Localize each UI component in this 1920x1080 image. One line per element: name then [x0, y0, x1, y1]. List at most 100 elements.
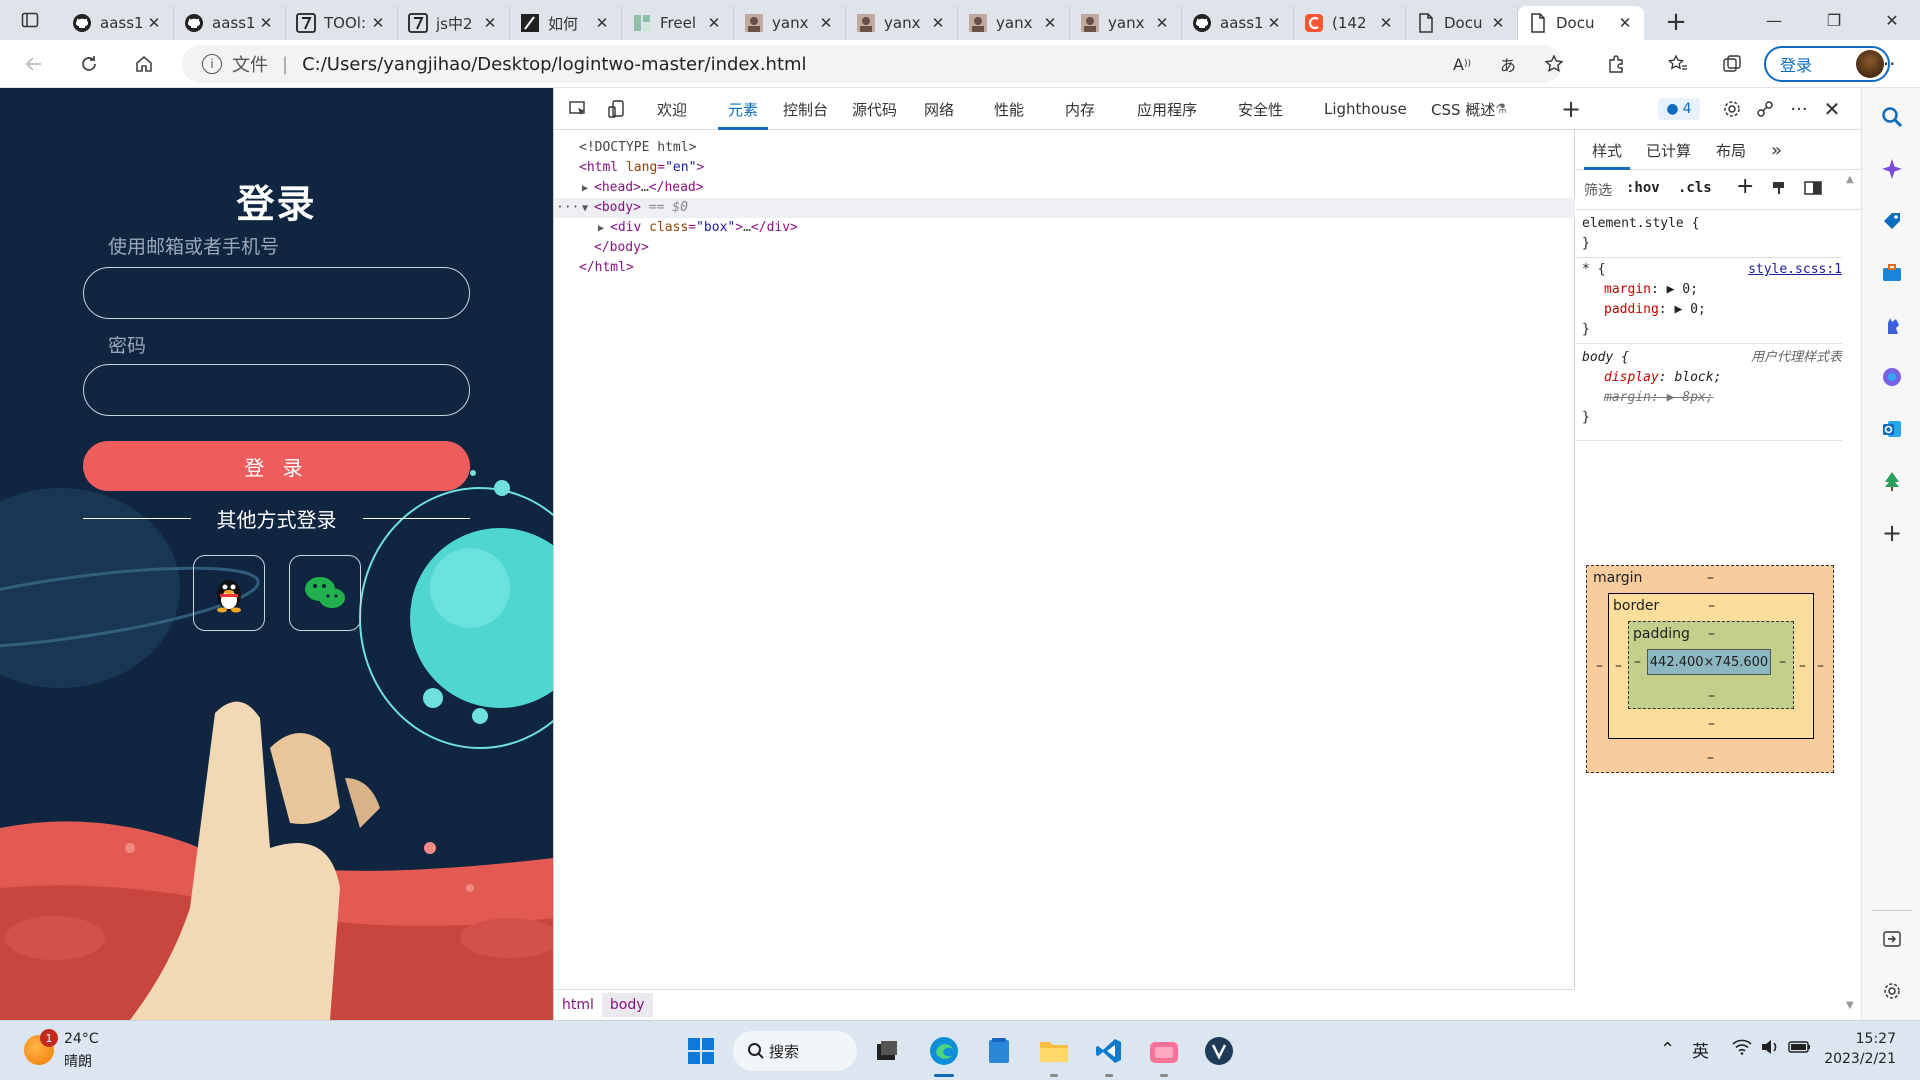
browser-tab[interactable]: yanx ✕: [734, 6, 846, 40]
rule-body-user-agent[interactable]: body { 用户代理样式表 display: block; margin: ▶…: [1576, 348, 1842, 428]
box-content-size[interactable]: 442.400×745.600: [1647, 649, 1771, 675]
styles-filter-input[interactable]: 筛选: [1584, 180, 1612, 200]
close-tab-icon[interactable]: ✕: [257, 14, 275, 32]
decl-body-margin-overridden[interactable]: margin: ▶ 8px;: [1604, 388, 1714, 408]
notepad-icon[interactable]: [979, 1031, 1019, 1071]
close-tab-icon[interactable]: ✕: [817, 14, 835, 32]
edge-taskbar-icon[interactable]: [924, 1031, 964, 1077]
tab-styles[interactable]: 样式: [1583, 130, 1631, 170]
devtools-tab[interactable]: 应用程序: [1137, 88, 1197, 130]
hide-sidebar-icon[interactable]: [1877, 924, 1907, 954]
rule-universal[interactable]: * { style.scss:1 margin: ▶ 0; padding: ▶…: [1576, 260, 1842, 340]
password-field[interactable]: [83, 364, 470, 416]
devtools-tab[interactable]: 性能: [994, 88, 1024, 130]
settings-gear-icon[interactable]: [1718, 95, 1746, 123]
back-button[interactable]: [16, 46, 52, 82]
add-panel-button[interactable]: +: [1557, 95, 1585, 123]
close-tab-icon[interactable]: ✕: [1041, 14, 1059, 32]
wechat-login-button[interactable]: [289, 555, 361, 631]
close-tab-icon[interactable]: ✕: [593, 14, 611, 32]
expand-triangle-icon[interactable]: ▶: [582, 179, 594, 199]
collapse-triangle-icon[interactable]: ▼: [582, 199, 594, 219]
devtools-close-icon[interactable]: ✕: [1818, 95, 1846, 123]
devtools-tab[interactable]: 元素: [717, 88, 769, 130]
tab-layout[interactable]: 布局: [1716, 130, 1746, 170]
outlook-icon[interactable]: [1877, 414, 1907, 444]
dom-div-box-node[interactable]: ▶ <div class="box">…</div>: [554, 218, 1575, 238]
cls-toggle[interactable]: .cls: [1678, 180, 1712, 196]
browser-tab[interactable]: (142 ✕: [1294, 6, 1406, 40]
browser-tab[interactable]: Docu ✕: [1406, 6, 1518, 40]
browser-tab[interactable]: yanx ✕: [846, 6, 958, 40]
browser-tab[interactable]: 如何 ✕: [510, 6, 622, 40]
typora-icon[interactable]: [1199, 1031, 1239, 1071]
games-chess-icon[interactable]: [1877, 310, 1907, 340]
info-icon[interactable]: i: [202, 54, 222, 74]
inspect-element-icon[interactable]: [564, 95, 592, 123]
browser-tab[interactable]: yanx ✕: [1070, 6, 1182, 40]
refresh-button[interactable]: [71, 46, 107, 82]
decl-margin[interactable]: margin: ▶ 0;: [1604, 280, 1698, 300]
shopping-tag-icon[interactable]: [1877, 206, 1907, 236]
devtools-more-icon[interactable]: ···: [1785, 95, 1813, 123]
bilibili-icon[interactable]: [1144, 1031, 1184, 1077]
expand-triangle-icon[interactable]: ▶: [598, 219, 610, 239]
extensions-icon[interactable]: [1598, 46, 1634, 82]
devtools-tab[interactable]: 控制台: [783, 88, 828, 130]
weather-sun-icon[interactable]: 1: [24, 1029, 58, 1065]
browser-tab[interactable]: Docu ✕: [1518, 6, 1644, 40]
address-bar[interactable]: i 文件 | C:/Users/yangjihao/Desktop/logint…: [182, 45, 1562, 83]
close-tab-icon[interactable]: ✕: [1489, 14, 1507, 32]
connect-device-icon[interactable]: [1751, 95, 1779, 123]
box-model-diagram[interactable]: margin – – – – border – – – – padding – …: [1586, 565, 1834, 773]
qq-login-button[interactable]: [193, 555, 265, 631]
ime-indicator[interactable]: 英: [1692, 1037, 1709, 1062]
decl-padding[interactable]: padding: ▶ 0;: [1604, 300, 1706, 320]
favorites-icon[interactable]: [1660, 46, 1696, 82]
dom-body-close[interactable]: </body>: [554, 238, 1575, 258]
dom-html-close[interactable]: </html>: [554, 258, 1575, 278]
tools-briefcase-icon[interactable]: [1877, 258, 1907, 288]
dom-doctype[interactable]: <!DOCTYPE html>: [554, 138, 1575, 158]
read-aloud-icon[interactable]: A)): [1444, 46, 1480, 82]
weather-temp[interactable]: 24°C: [64, 1031, 99, 1047]
vscode-icon[interactable]: [1089, 1031, 1129, 1077]
dom-body-node[interactable]: ··· ▼ <body> == $0: [554, 198, 1575, 218]
devtools-tab[interactable]: 欢迎: [657, 88, 687, 130]
more-menu-icon[interactable]: ···: [1868, 46, 1904, 82]
task-view-icon[interactable]: [867, 1031, 907, 1071]
devtools-tab[interactable]: 内存: [1065, 88, 1095, 130]
microsoft365-icon[interactable]: [1877, 362, 1907, 392]
close-tab-icon[interactable]: ✕: [481, 14, 499, 32]
scroll-down-icon[interactable]: ▼: [1846, 1000, 1854, 1011]
new-style-rule-icon[interactable]: +: [1736, 174, 1754, 199]
url-text[interactable]: C:/Users/yangjihao/Desktop/logintwo-mast…: [302, 54, 806, 75]
tab-actions-icon[interactable]: [8, 0, 52, 40]
dom-html-node[interactable]: <html lang="en">: [554, 158, 1575, 178]
search-icon[interactable]: [1877, 102, 1907, 132]
devtools-tab[interactable]: 源代码: [852, 88, 897, 130]
browser-tab[interactable]: aass1 ✕: [62, 6, 174, 40]
browser-tab[interactable]: yanx ✕: [958, 6, 1070, 40]
close-tab-icon[interactable]: ✕: [929, 14, 947, 32]
email-field[interactable]: [83, 267, 470, 319]
login-submit-button[interactable]: 登 录: [83, 441, 470, 491]
add-sidebar-app-icon[interactable]: +: [1877, 518, 1907, 548]
close-tab-icon[interactable]: ✕: [705, 14, 723, 32]
add-favorite-icon[interactable]: [1536, 46, 1572, 82]
decl-display[interactable]: display: block;: [1604, 368, 1721, 388]
browser-tab[interactable]: aass1 ✕: [1182, 6, 1294, 40]
home-button[interactable]: [126, 46, 162, 82]
windows-start-icon[interactable]: [681, 1031, 721, 1071]
issues-badge[interactable]: ● 4: [1658, 98, 1700, 120]
paint-bucket-icon[interactable]: [1771, 180, 1787, 200]
close-tab-icon[interactable]: ✕: [1377, 14, 1395, 32]
browser-tab[interactable]: TOOl: ✕: [286, 6, 398, 40]
breadcrumb-html[interactable]: html: [554, 993, 602, 1017]
close-tab-icon[interactable]: ✕: [1265, 14, 1283, 32]
show-hidden-icons-chevron-icon[interactable]: ⌃: [1660, 1039, 1675, 1060]
sidebar-settings-gear-icon[interactable]: [1877, 976, 1907, 1006]
file-explorer-icon[interactable]: [1034, 1031, 1074, 1077]
drop-tree-icon[interactable]: [1877, 466, 1907, 496]
more-tabs-chevron-icon[interactable]: »: [1771, 130, 1782, 170]
